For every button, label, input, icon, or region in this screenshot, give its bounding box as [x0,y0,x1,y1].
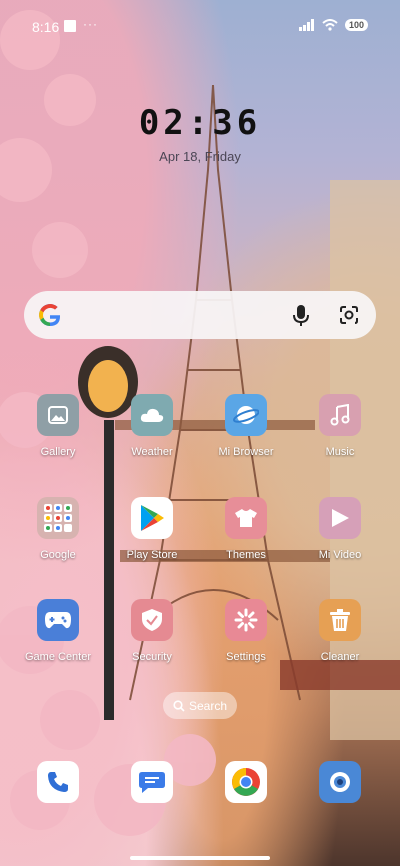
app-label: Cleaner [320,651,360,663]
app-weather[interactable]: Weather [110,394,194,458]
google-lens-icon[interactable] [339,305,359,325]
shirt-icon [225,497,267,539]
app-label: Settings [226,651,266,663]
phone-icon [37,761,79,803]
app-search-label: Search [188,698,228,713]
dock-app-phone[interactable] [16,761,100,803]
more-notifications-icon: ··· [83,17,98,31]
app-cleaner[interactable]: Cleaner [298,599,382,663]
app-label: Google [40,549,76,561]
app-label: Game Center [24,651,92,663]
music-note-icon [319,394,361,436]
home-indicator[interactable] [130,856,270,860]
app-google[interactable]: Google [16,497,100,561]
app-play-store[interactable]: Play Store [110,497,194,561]
google-folder-icon [37,497,79,539]
app-label: Themes [226,549,266,561]
dock-app-messages[interactable] [110,761,194,803]
video-play-icon [319,497,361,539]
app-game-center[interactable]: Game Center [16,599,100,663]
app-mi-video[interactable]: Mi Video [298,497,382,561]
wifi-icon [322,19,338,31]
search-icon [173,699,185,712]
mic-icon[interactable] [292,305,310,327]
google-g-icon [39,304,61,326]
app-label: Mi Video [318,549,362,561]
app-label: Gallery [40,446,76,458]
app-themes[interactable]: Themes [204,497,288,561]
gamepad-icon [37,599,79,641]
planet-icon [225,394,267,436]
app-gallery[interactable]: Gallery [16,394,100,458]
app-settings[interactable]: Settings [204,599,288,663]
cloud-icon [131,394,173,436]
status-bar: 8:16 ··· 100 [0,0,400,40]
app-security[interactable]: Security [110,599,194,663]
camera-icon [319,761,361,803]
clock-widget-date: Apr 18, Friday [159,149,241,164]
dock-app-camera[interactable] [298,761,382,803]
app-label: Mi Browser [218,446,274,458]
app-label: Security [132,651,172,663]
app-search-pill[interactable]: Search [163,692,237,719]
play-store-icon [131,497,173,539]
gallery-icon [37,394,79,436]
app-label: Music [325,446,355,458]
status-time: 8:16 [32,19,60,35]
chrome-icon [225,761,267,803]
gear-icon [225,599,267,641]
shield-icon [131,599,173,641]
signal-icon [298,19,314,31]
battery-icon: 100 [344,19,368,31]
clock-widget-time[interactable]: 02:36 [0,103,400,143]
app-music[interactable]: Music [298,394,382,458]
messages-icon [131,761,173,803]
app-label: Play Store [126,549,178,561]
app-mi-browser[interactable]: Mi Browser [204,394,288,458]
google-search-bar[interactable] [24,291,376,339]
trash-icon [319,599,361,641]
notification-icon [64,20,76,32]
app-label: Weather [131,446,173,458]
dock-app-chrome[interactable] [204,761,288,803]
